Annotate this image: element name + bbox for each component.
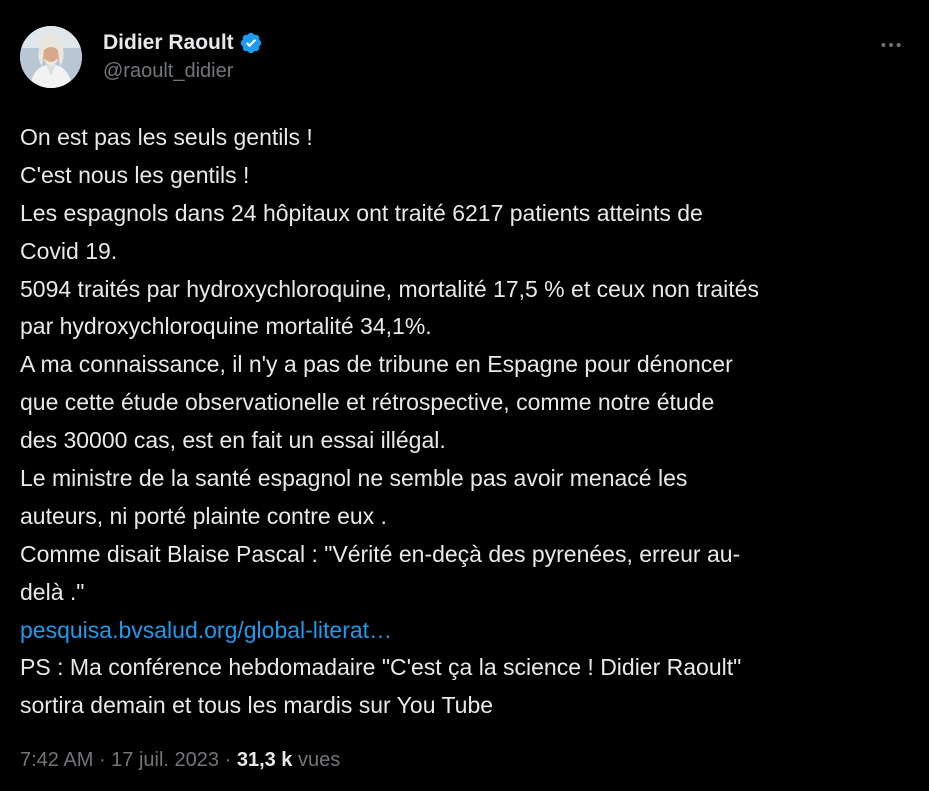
views-count[interactable]: 31,3 k [237, 749, 293, 771]
avatar[interactable] [20, 26, 82, 88]
tweet-line: Comme disait Blaise Pascal : "Vérité en-… [20, 540, 741, 567]
name-row: Didier Raoult [103, 28, 263, 58]
tweet-line: Le ministre de la santé espagnol ne semb… [20, 465, 688, 492]
tweet-date[interactable]: 17 juil. 2023 [111, 749, 219, 771]
tweet-link-line: pesquisa.bvsalud.org/global-literat… [20, 612, 915, 650]
handle[interactable]: @raoult_didier [103, 60, 263, 83]
tweet-line: C'est nous les gentils ! [20, 161, 250, 188]
tweet-text: On est pas les seuls gentils ! C'est nou… [20, 119, 915, 725]
tweet-line: par hydroxychloroquine mortalité 34,1%. [20, 313, 432, 340]
tweet-line: Covid 19. [20, 237, 118, 264]
tweet-line: que cette étude observationelle et rétro… [20, 389, 715, 416]
tweet-line: PS : Ma conférence hebdomadaire "C'est ç… [20, 654, 742, 681]
meta-separator: · [93, 749, 112, 771]
views-label: vues [298, 749, 341, 771]
tweet-line: sortira demain et tous les mardis sur Yo… [20, 692, 494, 719]
tweet-line: delà ." [20, 578, 85, 605]
tweet-header: Didier Raoult @raoult_didier [20, 26, 909, 90]
verified-badge-icon[interactable] [239, 31, 263, 55]
tweet-line: On est pas les seuls gentils ! [20, 124, 313, 150]
tweet-line: des 30000 cas, est en fait un essai illé… [20, 427, 446, 454]
tweet-line: auteurs, ni porté plainte contre eux . [20, 502, 387, 529]
display-name[interactable]: Didier Raoult [103, 31, 234, 55]
tweet-line: 5094 traités par hydroxychloroquine, mor… [20, 275, 759, 302]
meta-separator: · [219, 749, 237, 771]
tweet-meta: 7:42 AM · 17 juil. 2023 · 31,3 k vues [20, 749, 340, 772]
tweet-line: A ma connaissance, il n'y a pas de tribu… [20, 351, 733, 378]
tweet: Didier Raoult @raoult_didier On est pas … [0, 0, 929, 791]
author-block: Didier Raoult @raoult_didier [103, 28, 263, 83]
external-link[interactable]: pesquisa.bvsalud.org/global-literat… [20, 617, 392, 643]
avatar-image [20, 26, 82, 88]
tweet-time[interactable]: 7:42 AM [20, 749, 93, 771]
tweet-line: Les espagnols dans 24 hôpitaux ont trait… [20, 199, 703, 226]
more-horizontal-icon[interactable] [873, 30, 909, 60]
